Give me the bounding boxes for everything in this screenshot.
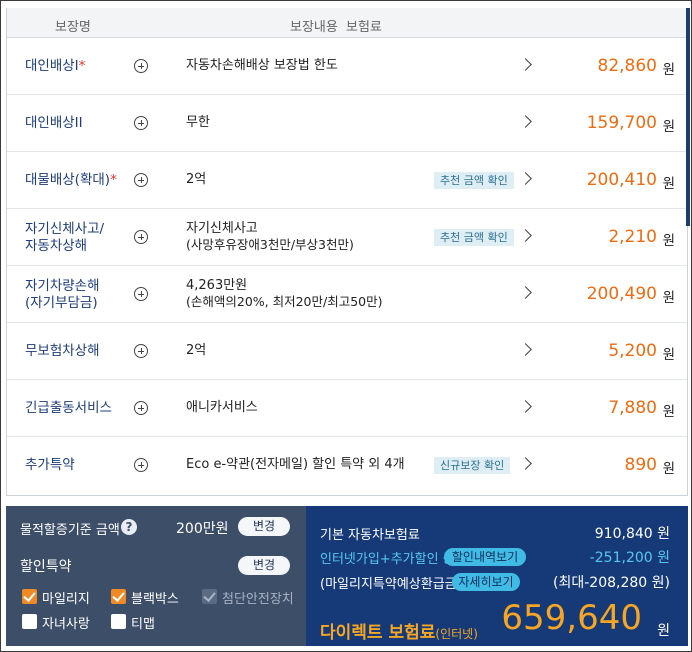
- chevron-right-icon[interactable]: [519, 400, 532, 413]
- coverage-content: 4,263만원 (손해액의20%, 최저20만/최고50만): [186, 278, 383, 309]
- help-icon[interactable]: ?: [121, 519, 137, 535]
- child-love-label: 자녀사랑: [42, 617, 90, 632]
- new-coverage-button[interactable]: 신규보장 확인: [434, 457, 511, 474]
- currency-unit: 원: [662, 62, 675, 78]
- mileage-checkbox[interactable]: [22, 589, 37, 604]
- threshold-change-button[interactable]: 변경: [238, 517, 290, 536]
- expand-plus-icon[interactable]: [134, 287, 148, 301]
- table-row[interactable]: 대물배상(확대)* 2억 추천 금액 확인 200,410 원: [7, 152, 687, 209]
- total-premium-value: 659,640: [501, 598, 642, 638]
- header-detail: 보장내용: [290, 20, 338, 35]
- header-coverage: 보장명: [55, 20, 91, 35]
- premium-amount: 5,200: [608, 341, 657, 361]
- premium-amount: 2,210: [608, 227, 657, 247]
- coverage-table: 보장명 보장내용 보험료 대인배상I* 자동차손해배상 보장법 한도 82,86…: [6, 8, 688, 496]
- premium-amount: 200,410: [586, 170, 657, 190]
- coverage-content: 2억: [186, 343, 207, 358]
- expand-plus-icon[interactable]: [134, 401, 148, 415]
- table-row[interactable]: 대인배상I* 자동차손해배상 보장법 한도 82,860 원: [7, 38, 687, 95]
- chevron-right-icon[interactable]: [519, 58, 532, 71]
- chevron-right-icon[interactable]: [519, 286, 532, 299]
- tmap-label: 티맵: [131, 617, 155, 632]
- premium-amount: 82,860: [597, 56, 657, 76]
- mileage-refund-label: (마일리지특약예상환급금): [320, 577, 462, 592]
- chevron-right-icon[interactable]: [519, 229, 532, 242]
- coverage-name: 추가특약: [25, 457, 75, 473]
- discount-detail-button[interactable]: 할인내역보기: [444, 548, 526, 566]
- expand-plus-icon[interactable]: [134, 173, 148, 187]
- table-row[interactable]: 추가특약 Eco e-약관(전자메일) 할인 특약 외 4개 신규보장 확인 8…: [7, 437, 687, 494]
- threshold-label: 물적할증기준 금액: [20, 523, 120, 538]
- currency-unit: 원: [662, 347, 675, 363]
- discount-value: -251,200 원: [589, 550, 670, 566]
- base-premium-label: 기본 자동차보험료: [320, 528, 420, 543]
- premium-amount: 890: [624, 455, 657, 475]
- table-header: 보장명 보장내용 보험료: [7, 8, 687, 38]
- discount-label: 할인특약: [20, 559, 72, 575]
- scrollbar[interactable]: [686, 8, 690, 226]
- coverage-content: 자기신체사고 (사망후유장애3천만/부상3천만): [186, 221, 354, 252]
- header-premium: 보험료: [346, 20, 382, 35]
- expand-plus-icon[interactable]: [134, 116, 148, 130]
- settings-panel: 물적할증기준 금액 ? 200만원 변경 할인특약 변경 마일리지 블랙박스 첨…: [6, 506, 306, 646]
- expand-plus-icon[interactable]: [134, 344, 148, 358]
- coverage-content: 자동차손해배상 보장법 한도: [186, 58, 338, 73]
- coverage-name: 긴급출동서비스: [25, 400, 112, 416]
- currency-unit: 원: [662, 233, 675, 249]
- premium-amount: 159,700: [586, 113, 657, 133]
- premium-amount: 200,490: [586, 284, 657, 304]
- discount-change-button[interactable]: 변경: [238, 556, 290, 575]
- discount-label: 인터넷가입+추가할인 등: [320, 552, 455, 567]
- mileage-detail-button[interactable]: 자세히보기: [452, 573, 520, 591]
- currency-unit: 원: [662, 176, 675, 192]
- table-row[interactable]: 긴급출동서비스 애니카서비스 7,880 원: [7, 380, 687, 437]
- currency-unit: 원: [662, 461, 675, 477]
- coverage-name: 대물배상(확대)*: [25, 172, 117, 188]
- safety-device-checkbox: [202, 589, 217, 604]
- chevron-right-icon[interactable]: [519, 457, 532, 470]
- coverage-name: 자기차량손해 (자기부담금): [25, 278, 100, 311]
- table-row[interactable]: 대인배상II 무한 159,700 원: [7, 95, 687, 152]
- chevron-right-icon[interactable]: [519, 172, 532, 185]
- mileage-label: 마일리지: [42, 592, 90, 607]
- total-premium-label: 다이렉트 보험료(인터넷): [320, 623, 478, 643]
- child-love-checkbox[interactable]: [22, 614, 37, 629]
- coverage-content: 애니카서비스: [186, 400, 258, 415]
- threshold-value: 200만원: [176, 521, 229, 537]
- coverage-content: 2억: [186, 172, 207, 187]
- table-row[interactable]: 무보험차상해 2억 5,200 원: [7, 323, 687, 380]
- chevron-right-icon[interactable]: [519, 343, 532, 356]
- coverage-name: 자기신체사고/자동차상해: [25, 221, 105, 254]
- base-premium-value: 910,840 원: [594, 526, 670, 542]
- tmap-checkbox[interactable]: [111, 614, 126, 629]
- mileage-refund-value: (최대-208,280 원): [553, 575, 670, 591]
- currency-unit: 원: [662, 290, 675, 306]
- blackbox-label: 블랙박스: [131, 592, 179, 607]
- coverage-name: 대인배상II: [25, 115, 83, 131]
- coverage-content: 무한: [186, 115, 210, 130]
- total-premium-unit: 원: [657, 623, 670, 639]
- coverage-name: 무보험차상해: [25, 343, 100, 359]
- chevron-right-icon[interactable]: [519, 115, 532, 128]
- expand-plus-icon[interactable]: [134, 230, 148, 244]
- safety-device-label: 첨단안전장치: [222, 592, 294, 607]
- table-row[interactable]: 자기차량손해 (자기부담금) 4,263만원 (손해액의20%, 최저20만/최고5…: [7, 266, 687, 323]
- coverage-name: 대인배상I*: [25, 58, 86, 74]
- currency-unit: 원: [662, 119, 675, 135]
- currency-unit: 원: [662, 404, 675, 420]
- coverage-content: Eco e-약관(전자메일) 할인 특약 외 4개: [186, 457, 405, 472]
- blackbox-checkbox[interactable]: [111, 589, 126, 604]
- recommend-amount-button[interactable]: 추천 금액 확인: [434, 229, 514, 246]
- table-row[interactable]: 자기신체사고/자동차상해 자기신체사고 (사망후유장애3천만/부상3천만) 추천 …: [7, 209, 687, 266]
- summary-panel: 기본 자동차보험료 910,840 원 인터넷가입+추가할인 등 할인내역보기 …: [306, 506, 688, 646]
- expand-plus-icon[interactable]: [134, 458, 148, 472]
- expand-plus-icon[interactable]: [134, 59, 148, 73]
- recommend-amount-button[interactable]: 추천 금액 확인: [434, 172, 514, 189]
- premium-amount: 7,880: [608, 398, 657, 418]
